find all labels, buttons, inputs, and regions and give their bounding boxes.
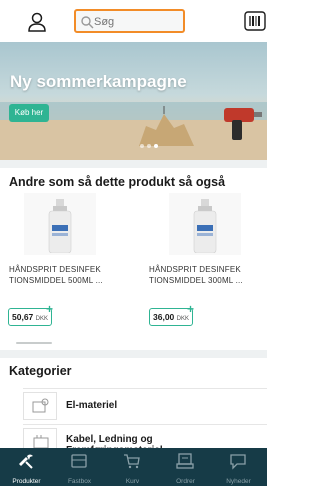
carousel-dot-active[interactable] — [154, 144, 158, 148]
sandcastle-image — [139, 106, 194, 146]
category-item[interactable]: El-materiel — [23, 388, 267, 423]
product-name[interactable]: HÅNDSPRIT DESINFEK TIONSMIDDEL 500ML ... — [9, 264, 127, 286]
plus-icon: + — [186, 302, 194, 316]
nav-label: Produkter — [12, 478, 41, 485]
category-label: El-materiel — [66, 400, 118, 411]
nav-item-produkter[interactable]: Produkter — [0, 448, 53, 486]
product-name[interactable]: HÅNDSPRIT DESINFEK TIONSMIDDEL 300ML ... — [149, 264, 267, 286]
categories-title: Kategorier — [9, 364, 72, 378]
promo-banner[interactable]: Ny sommerkampagne Køb her — [0, 42, 267, 160]
product-image[interactable] — [24, 193, 96, 255]
barcode-scan-icon[interactable] — [244, 10, 266, 32]
search-icon — [81, 16, 94, 29]
user-icon[interactable] — [26, 11, 48, 33]
add-to-cart-button[interactable]: 36,00 DKK + — [149, 302, 194, 326]
carousel-dots — [140, 144, 158, 148]
product-card[interactable]: HÅNDSPRIT DESINFEK TIONSMIDDEL 500ML ...… — [0, 193, 122, 326]
add-to-cart-button[interactable]: 50,67 DKK + — [8, 302, 53, 326]
nav-item-kurv[interactable]: Kurv — [106, 448, 159, 486]
section-divider — [0, 350, 267, 358]
carousel-dot[interactable] — [147, 144, 151, 148]
orders-icon — [176, 453, 194, 469]
carousel-dot[interactable] — [140, 144, 144, 148]
recommended-title: Andre som så dette produkt så også — [9, 175, 226, 189]
product-image[interactable] — [169, 193, 241, 255]
box-icon — [71, 454, 87, 468]
horizontal-scrollbar[interactable] — [16, 342, 52, 344]
cart-icon — [124, 454, 140, 469]
bottle-icon — [193, 199, 217, 253]
product-price: 50,67 — [12, 312, 34, 322]
light-bulb-icon — [32, 398, 49, 413]
bottle-icon — [48, 199, 72, 253]
plus-icon: + — [45, 302, 53, 316]
banner-title: Ny sommerkampagne — [10, 72, 187, 91]
nav-label: Ordrer — [176, 478, 195, 485]
drill-image — [224, 108, 262, 140]
product-price: 36,00 — [153, 312, 175, 322]
nav-item-nyheder[interactable]: Nyheder — [212, 448, 265, 486]
section-divider — [0, 160, 267, 168]
category-thumbnail — [23, 392, 57, 420]
app-header — [0, 0, 267, 42]
chat-icon — [230, 454, 246, 470]
nav-label: Fastbox — [67, 478, 92, 485]
nav-label: Nyheder — [226, 478, 251, 485]
nav-item-ordrer[interactable]: Ordrer — [159, 448, 212, 486]
tools-icon — [19, 454, 33, 469]
banner-cta-button[interactable]: Køb her — [9, 104, 49, 122]
search-input[interactable] — [94, 13, 180, 31]
nav-item-fastbox[interactable]: Fastbox — [53, 448, 106, 486]
product-card[interactable]: HÅNDSPRIT DESINFEK TIONSMIDDEL 300ML ...… — [145, 193, 267, 326]
bottom-nav: Produkter Fastbox Kurv Ordrer Nyheder — [0, 448, 267, 486]
nav-label: Kurv — [125, 478, 140, 485]
search-box[interactable] — [74, 9, 185, 33]
